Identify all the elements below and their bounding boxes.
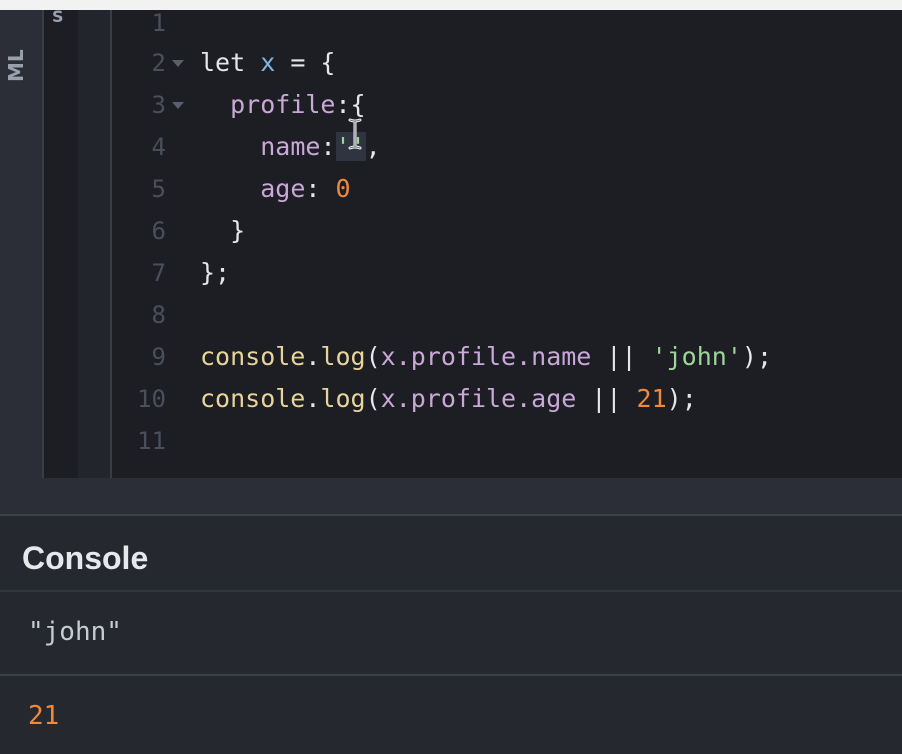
line-number: 1 xyxy=(151,10,166,37)
code-line-2: let x = { xyxy=(200,42,336,84)
function-token: console xyxy=(200,384,306,413)
console-output-number: 21 xyxy=(28,701,60,731)
punctuation-token: : xyxy=(320,132,336,161)
punctuation-token: , xyxy=(365,132,381,161)
code-line-9: console.log(x.profile.name || 'john'); xyxy=(200,336,772,378)
fold-arrow-icon[interactable] xyxy=(172,102,184,109)
line-number: 9 xyxy=(151,343,166,371)
method-token: log xyxy=(320,342,366,371)
operator-token: || xyxy=(576,384,637,413)
code-line-10: console.log(x.profile.age || 21); xyxy=(200,378,697,420)
punctuation-token: ( xyxy=(365,384,381,413)
variable-token: x xyxy=(260,48,276,77)
line-number: 5 xyxy=(151,175,166,203)
line-number: 6 xyxy=(151,217,166,245)
panel-spacer xyxy=(78,10,110,478)
punctuation-token: ( xyxy=(365,342,381,371)
expression-token: x.profile.name xyxy=(380,342,592,371)
panel-tab-label-top: S xyxy=(52,10,64,24)
window-top-strip xyxy=(0,0,902,10)
operator-token: || xyxy=(591,342,652,371)
console-entry-divider xyxy=(0,674,902,676)
line-number: 3 xyxy=(151,91,166,119)
console-title: Console xyxy=(22,540,149,576)
expression-token: x.profile.age xyxy=(380,384,577,413)
code-line-3: profile:{ xyxy=(200,84,366,126)
punctuation-token: ); xyxy=(666,384,697,413)
line-number: 11 xyxy=(137,427,166,455)
punctuation-token: = { xyxy=(275,48,336,77)
code-editor[interactable]: 1 2 3 4 5 6 7 8 9 10 11 let x = { profil… xyxy=(112,10,902,478)
punctuation-token: }; xyxy=(200,258,231,287)
fold-arrow-icon[interactable] xyxy=(172,60,184,67)
left-panel-rail[interactable]: ML xyxy=(0,10,42,478)
panel-tab-label[interactable]: ML xyxy=(4,22,34,82)
code-line-6: } xyxy=(200,210,245,252)
punctuation-token: ); xyxy=(741,342,772,371)
line-number: 7 xyxy=(151,259,166,287)
line-number: 4 xyxy=(151,133,166,161)
function-token: console xyxy=(200,342,306,371)
keyword-token: let xyxy=(200,48,246,77)
property-token: age xyxy=(260,174,306,203)
punctuation-token: . xyxy=(305,384,321,413)
console-panel: Console "john" 21 xyxy=(0,516,902,754)
property-token: name xyxy=(260,132,321,161)
text-cursor-icon xyxy=(348,118,362,150)
horizontal-scrollbar[interactable] xyxy=(0,478,902,516)
panel-divider xyxy=(42,10,44,478)
punctuation-token: :{ xyxy=(335,90,366,119)
string-token: 'john' xyxy=(651,342,742,371)
code-line-7: }; xyxy=(200,252,230,294)
punctuation-token: . xyxy=(305,342,321,371)
code-line-5: age: 0 xyxy=(200,168,351,210)
number-token: 21 xyxy=(636,384,667,413)
punctuation-token: } xyxy=(230,216,246,245)
property-token: profile xyxy=(230,90,336,119)
line-number-gutter: 1 2 3 4 5 6 7 8 9 10 11 xyxy=(112,10,190,478)
line-number: 10 xyxy=(137,385,166,413)
console-output-string: "john" xyxy=(28,617,122,647)
method-token: log xyxy=(320,384,366,413)
punctuation-token: : xyxy=(305,174,336,203)
line-number: 8 xyxy=(151,301,166,329)
number-token: 0 xyxy=(335,174,351,203)
line-number: 2 xyxy=(151,49,166,77)
console-divider xyxy=(0,590,902,592)
